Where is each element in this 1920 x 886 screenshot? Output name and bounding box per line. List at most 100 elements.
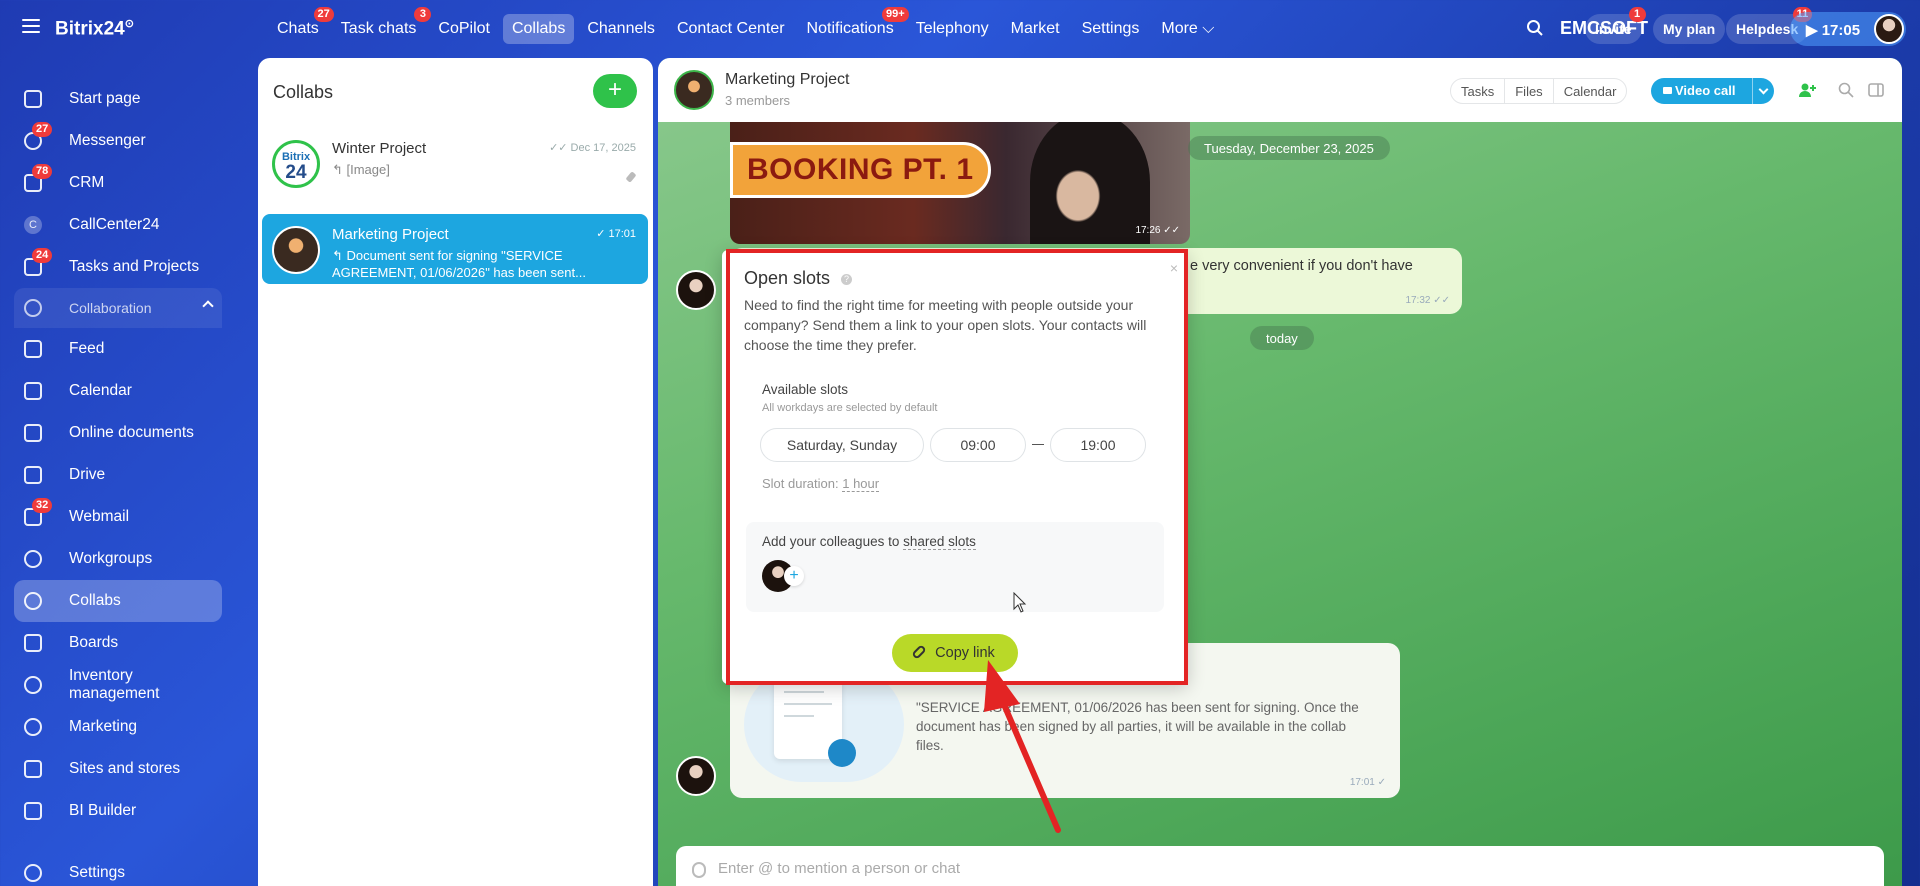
- close-icon[interactable]: ×: [1170, 260, 1178, 276]
- sender-avatar[interactable]: [676, 270, 716, 310]
- files-button[interactable]: Files: [1505, 79, 1554, 103]
- marketing-icon: [24, 718, 42, 736]
- topnav-collabs[interactable]: Collabs: [502, 14, 575, 44]
- sidebar-item-callcenter24[interactable]: C CallCenter24: [14, 204, 222, 246]
- chevron-down-icon[interactable]: [1752, 78, 1774, 104]
- sidebar-item-feed[interactable]: Feed: [14, 328, 222, 370]
- panel-toggle-icon[interactable]: [1868, 82, 1884, 98]
- messenger-badge: 27: [32, 122, 53, 137]
- sidebar-item-collabs[interactable]: Collabs: [14, 580, 222, 622]
- sidebar-item-marketing[interactable]: Marketing: [14, 706, 222, 748]
- chats-badge: 27: [313, 7, 334, 22]
- sidebar-item-tasks-and-projects[interactable]: 24 Tasks and Projects: [14, 246, 222, 288]
- topnav-channels[interactable]: Channels: [578, 14, 664, 44]
- collabs-list-panel: Collabs + Bitrix 24 Winter Project ↰ [Ima…: [258, 58, 653, 886]
- message-time: 17:01 ✓: [1349, 777, 1386, 788]
- work-time-clock[interactable]: ▶ 17:05: [1790, 12, 1906, 46]
- popup-description: Need to find the right time for meeting …: [744, 297, 1147, 353]
- sidebar-item-bi-builder[interactable]: BI Builder: [14, 790, 222, 832]
- bitrix24-logo: Bitrix 24: [272, 140, 320, 188]
- drive-icon: [24, 466, 42, 484]
- sidebar-item-workgroups[interactable]: Workgroups: [14, 538, 222, 580]
- topnav-telephony[interactable]: Telephony: [907, 14, 998, 44]
- collab-name: Marketing Project: [332, 226, 449, 243]
- search-icon[interactable]: [1526, 19, 1544, 37]
- boards-icon: [24, 634, 42, 652]
- home-icon: [24, 90, 42, 108]
- top-nav: Chats 27 Task chats 3 CoPilot Collabs Chan…: [268, 7, 1227, 44]
- message-input[interactable]: Enter @ to mention a person or chat: [676, 846, 1884, 886]
- topnav-copilot[interactable]: CoPilot: [429, 14, 499, 44]
- time-from-selector[interactable]: 09:00: [930, 428, 1026, 462]
- help-icon[interactable]: ?: [841, 274, 852, 285]
- topnav-market[interactable]: Market: [1002, 14, 1069, 44]
- collab-time: ✓ 17:01: [596, 228, 636, 240]
- popup-title: Open slots: [744, 268, 831, 288]
- top-bar: Bitrix24⊙ Chats 27 Task chats 3 CoPilot Co…: [0, 0, 1920, 58]
- sidebar-item-sites-and-stores[interactable]: Sites and stores: [14, 748, 222, 790]
- invite-button[interactable]: Invite 1: [1585, 7, 1646, 44]
- booking-image-person: [1030, 122, 1150, 244]
- sidebar-item-calendar[interactable]: Calendar: [14, 370, 222, 412]
- slot-duration-link[interactable]: 1 hour: [842, 476, 880, 492]
- tasks-button[interactable]: Tasks: [1451, 79, 1506, 103]
- chat-avatar[interactable]: [674, 70, 714, 110]
- topnav-contact-center[interactable]: Contact Center: [668, 14, 794, 44]
- search-icon[interactable]: [1838, 82, 1854, 98]
- copy-link-button[interactable]: Copy link: [892, 634, 1018, 672]
- topnav-more[interactable]: More ⌵: [1152, 14, 1223, 44]
- workgroups-icon: [24, 550, 42, 568]
- chat-members[interactable]: 3 members: [725, 93, 790, 108]
- topnav-settings[interactable]: Settings: [1073, 14, 1149, 44]
- collab-preview: ↰ [Image]: [332, 162, 390, 177]
- brand-logo[interactable]: Bitrix24⊙: [55, 17, 134, 40]
- sidebar-group-collaboration[interactable]: Collaboration: [14, 288, 222, 328]
- sidebar-item-inventory-management[interactable]: Inventory management: [14, 664, 222, 706]
- video-call-button[interactable]: Video call: [1651, 78, 1774, 104]
- shared-slots-text: Add your colleagues to shared slots: [762, 534, 976, 550]
- topnav-task-chats[interactable]: Task chats 3: [332, 7, 432, 44]
- topnav-chats[interactable]: Chats 27: [268, 7, 334, 44]
- tasks-badge: 24: [32, 248, 53, 263]
- document-icon: [24, 424, 42, 442]
- invite-badge: 1: [1628, 7, 1646, 22]
- crm-badge: 78: [32, 164, 53, 179]
- sidebar-item-boards[interactable]: Boards: [14, 622, 222, 664]
- message-text: e very convenient if you don't have: [1190, 258, 1413, 274]
- booking-image-message[interactable]: BOOKING PT. 1 17:26 ✓✓: [730, 122, 1190, 244]
- document-message-text: "SERVICE AGREEMENT, 01/06/2026 has been …: [916, 700, 1359, 753]
- sidebar-item-start-page[interactable]: Start page: [14, 78, 222, 120]
- calendar-button[interactable]: Calendar: [1554, 79, 1627, 103]
- feed-icon: [24, 340, 42, 358]
- collaboration-icon: [24, 299, 42, 317]
- sidebar-item-online-documents[interactable]: Online documents: [14, 412, 222, 454]
- shared-slots-link[interactable]: shared slots: [903, 534, 976, 550]
- add-user-icon[interactable]: [1798, 82, 1818, 98]
- chat-title[interactable]: Marketing Project: [725, 71, 850, 89]
- add-colleague-button[interactable]: +: [784, 566, 804, 586]
- attach-icon[interactable]: [692, 862, 706, 878]
- user-avatar[interactable]: [1874, 14, 1904, 44]
- sidebar-item-drive[interactable]: Drive: [14, 454, 222, 496]
- callcenter-icon: C: [24, 216, 42, 234]
- sidebar-item-messenger[interactable]: 27 Messenger: [14, 120, 222, 162]
- sidebar-item-webmail[interactable]: 32 Webmail: [14, 496, 222, 538]
- sender-avatar[interactable]: [676, 756, 716, 796]
- topnav-notifications[interactable]: Notifications 99+: [798, 7, 909, 44]
- days-selector[interactable]: Saturday, Sunday: [760, 428, 924, 462]
- sidebar-item-settings[interactable]: Settings: [14, 852, 222, 886]
- add-collab-button[interactable]: +: [593, 74, 637, 108]
- collab-name: Winter Project: [332, 140, 427, 157]
- menu-icon[interactable]: [22, 19, 40, 33]
- collab-time: ✓✓ Dec 17, 2025: [549, 142, 636, 154]
- document-illustration: [744, 667, 904, 782]
- collab-item-winter-project[interactable]: Bitrix 24 Winter Project ↰ [Image] ✓✓ Dec…: [262, 128, 648, 198]
- collab-item-marketing-project[interactable]: Marketing Project ↰ Document sent for si…: [262, 214, 648, 284]
- signature-pen-icon: [828, 739, 856, 767]
- sidebar-item-crm[interactable]: 78 CRM: [14, 162, 222, 204]
- chevron-up-icon: [202, 300, 214, 312]
- calendar-icon: [24, 382, 42, 400]
- my-plan-button[interactable]: My plan: [1653, 14, 1726, 44]
- available-slots-label: Available slots: [762, 382, 849, 397]
- time-to-selector[interactable]: 19:00: [1050, 428, 1146, 462]
